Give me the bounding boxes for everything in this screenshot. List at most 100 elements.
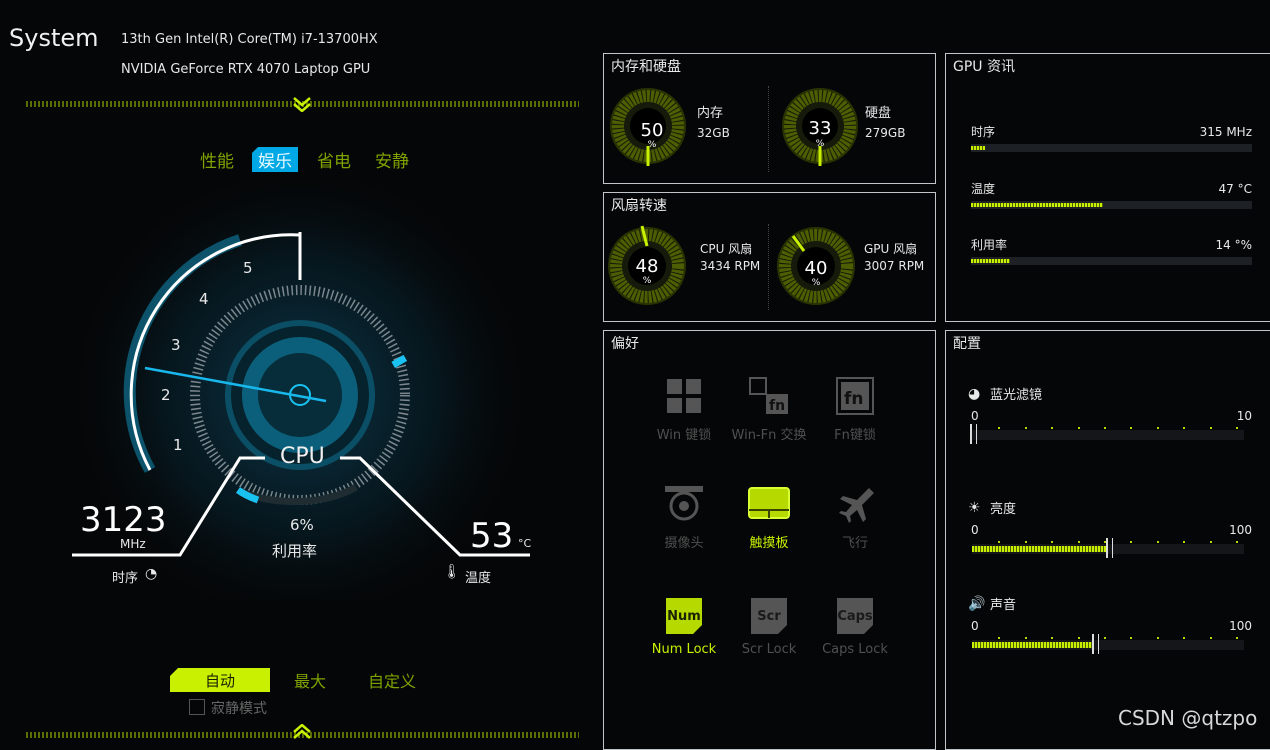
cpu-frequency-value: 3123 — [80, 500, 167, 540]
slider-thumb[interactable] — [970, 424, 977, 444]
slider-tick — [1183, 637, 1185, 639]
system-title: System — [9, 24, 99, 52]
preference-icon-wrap: fn — [833, 377, 877, 418]
mode-tab-performance[interactable]: 性能 — [200, 147, 234, 172]
cpu-fan-percent-value: 48 — [635, 256, 659, 277]
gpu-info-row-bar — [971, 144, 1252, 152]
cpu-fan-label: CPU 风扇 — [700, 242, 753, 256]
preference-toggle[interactable]: 飞行 — [805, 486, 905, 551]
preference-toggle[interactable]: Caps Caps Lock — [805, 596, 905, 657]
slider-tick — [1157, 541, 1159, 543]
mode-tab-quiet[interactable]: 安静 — [375, 147, 409, 172]
panel-divider — [768, 224, 770, 310]
dial-label: CPU — [280, 444, 325, 469]
slider-tick — [1210, 541, 1212, 543]
slider-tick — [1051, 427, 1053, 429]
cpu-temperature-value: 53 — [470, 516, 514, 556]
gpu-info-row-bar — [971, 257, 1252, 265]
fan-mode-custom[interactable]: 自定义 — [368, 668, 416, 692]
fan-speed-title: 风扇转速 — [611, 198, 667, 214]
slider-tick — [1025, 427, 1027, 429]
gpu-info-row-bar-fill — [971, 203, 1104, 207]
collapse-chevron-icon[interactable] — [292, 96, 312, 113]
memory-percent-value: 50 — [640, 120, 664, 141]
gpu-model: NVIDIA GeForce RTX 4070 Laptop GPU — [121, 62, 371, 77]
gpu-info-row-label: 利用率 — [971, 238, 1008, 252]
gpu-info-row-label: 时序 — [971, 125, 996, 139]
slider-tick — [1157, 427, 1159, 429]
slider-label: 声音 — [990, 598, 1017, 613]
cpu-frequency-unit: MHz — [120, 537, 146, 551]
config-title: 配置 — [953, 336, 981, 352]
blue-light-icon: ◕ — [968, 386, 981, 402]
slider-tick — [1236, 541, 1238, 543]
slider-fill — [972, 546, 1108, 552]
preference-label: Caps Lock — [822, 642, 888, 657]
mode-tab-entertainment[interactable]: 娱乐 — [252, 147, 298, 172]
preference-label: 飞行 — [841, 536, 868, 551]
cpu-frequency-label: 时序 — [112, 571, 139, 586]
preference-toggle[interactable]: Scr Scr Lock — [719, 596, 819, 657]
gauge-icon: ◔ — [145, 566, 158, 582]
preference-icon-wrap — [662, 486, 706, 526]
svg-text:fn: fn — [769, 398, 785, 414]
gpu-fan-label: GPU 风扇 — [864, 242, 918, 256]
slider-tick — [1210, 427, 1212, 429]
slider-max: 100 — [1229, 523, 1252, 537]
gpu-info-row-bar — [971, 201, 1252, 209]
slider-label: 蓝光滤镜 — [990, 388, 1043, 403]
preference-icon-wrap: fn — [747, 377, 791, 418]
disk-size: 279GB — [865, 126, 906, 140]
gpu-fan-percent-unit: % — [811, 278, 821, 288]
gpu-info-title: GPU 资讯 — [953, 59, 1015, 75]
slider-tick — [998, 427, 1000, 429]
preference-icon-wrap — [662, 378, 706, 418]
slider-tick — [1130, 541, 1132, 543]
slider-fill — [972, 642, 1095, 648]
slider-tick — [1051, 541, 1053, 543]
mode-tab-powersave[interactable]: 省电 — [317, 147, 351, 172]
dial-scale-1: 1 — [173, 436, 183, 454]
expand-chevron-icon[interactable] — [292, 723, 312, 740]
dial-scale-3: 3 — [171, 336, 181, 354]
preference-icon-wrap: Caps — [833, 596, 877, 636]
preference-label: Fn键锁 — [834, 428, 876, 443]
slider-tick — [1236, 427, 1238, 429]
slider-thumb[interactable] — [1092, 634, 1099, 654]
preference-toggle[interactable]: 触摸板 — [719, 486, 819, 551]
preference-label: Win-Fn 交换 — [731, 428, 807, 443]
slider-tick — [1078, 541, 1080, 543]
slider-tick — [998, 541, 1000, 543]
disk-percent-unit: % — [815, 139, 825, 149]
silent-mode-checkbox[interactable] — [189, 699, 205, 715]
preference-icon-wrap — [833, 486, 877, 526]
slider-tick — [1236, 637, 1238, 639]
gpu-info-row-label: 温度 — [971, 182, 996, 196]
fan-mode-max[interactable]: 最大 — [294, 668, 326, 692]
gpu-info-row-bar-fill — [971, 146, 986, 150]
preference-toggle[interactable]: fn Fn键锁 — [805, 377, 905, 443]
gpu-info-row-value: 47 °C — [1218, 182, 1252, 196]
config-slider[interactable] — [972, 634, 1244, 654]
slider-tick — [1104, 427, 1106, 429]
num-lock-icon: Num — [666, 598, 702, 634]
config-slider[interactable] — [972, 538, 1244, 558]
config-slider[interactable] — [970, 424, 1244, 444]
caps-lock-icon: Caps — [837, 598, 873, 634]
memory-disk-title: 内存和硬盘 — [611, 59, 681, 75]
thermometer-icon: 🌡 — [443, 564, 461, 580]
cpu-usage-value: 6% — [290, 516, 314, 534]
slider-tick — [1078, 637, 1080, 639]
slider-label: 亮度 — [990, 502, 1017, 517]
slider-max: 10 — [1236, 409, 1252, 423]
preference-toggle[interactable]: fn Win-Fn 交换 — [719, 377, 819, 443]
slider-tick — [1025, 637, 1027, 639]
speaker-icon: 🔊 — [968, 596, 986, 612]
slider-tick — [1025, 541, 1027, 543]
disk-label: 硬盘 — [865, 106, 892, 121]
preference-label: 触摸板 — [749, 536, 789, 551]
preference-label: Scr Lock — [741, 642, 797, 657]
fan-mode-auto[interactable]: 自动 — [170, 668, 270, 692]
slider-thumb[interactable] — [1106, 538, 1113, 558]
gpu-fan-percent-value: 40 — [804, 258, 828, 279]
